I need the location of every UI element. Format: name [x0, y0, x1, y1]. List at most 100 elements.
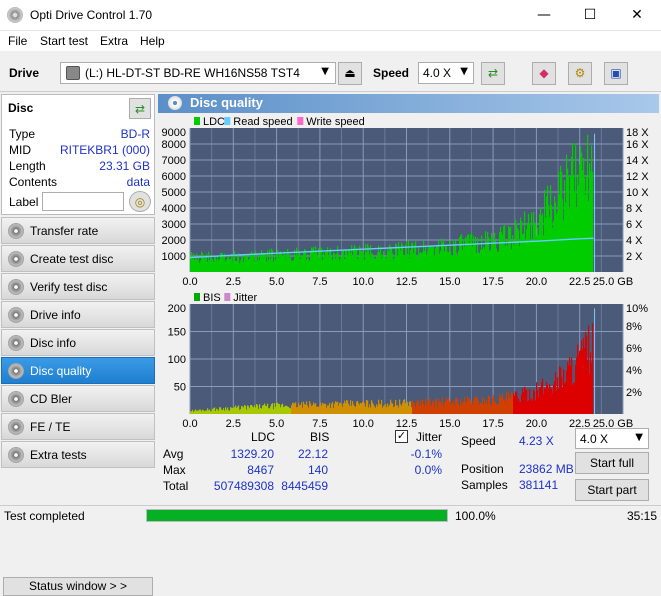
stats-max-bis: 140: [307, 463, 328, 477]
drive-select[interactable]: (L:) HL-DT-ST BD-RE WH16NS58 TST4 ▼: [60, 62, 336, 84]
y-tick-label: 4000: [162, 203, 186, 215]
chevron-down-icon: ▼: [460, 66, 468, 77]
disc-icon: [8, 391, 24, 407]
bis-chart: 200 150 100 50 10% 8% 6% 4% 2% 0.0 2.5 5.0 7.5 10.0 12…: [168, 292, 649, 430]
disc-icon: [8, 447, 24, 463]
legend-label: Write speed: [306, 116, 365, 128]
y2-tick-label: 10%: [626, 303, 648, 315]
y-tick-label: 6000: [162, 171, 186, 183]
disc-contents-label: Contents: [9, 175, 58, 189]
legend-swatch: [224, 117, 231, 125]
stats-max-ldc: 8467: [247, 463, 274, 477]
y2-tick-label: 4%: [626, 365, 642, 377]
speed-select-value: 4.0 X: [423, 66, 452, 80]
title-bar: Opti Drive Control 1.70 — ☐ ✕: [0, 0, 661, 31]
nav-item-label: Drive info: [30, 308, 81, 322]
y-tick-label: 5000: [162, 187, 186, 199]
nav-item-label: CD Bler: [30, 392, 73, 406]
erase-button[interactable]: ◆: [532, 62, 556, 85]
disc-mid-label: MID: [9, 143, 31, 157]
x-tick-label: 7.5: [312, 276, 327, 288]
start-part-button[interactable]: Start part: [575, 479, 649, 501]
data-bar: [592, 323, 594, 414]
speed-stat-label: Speed: [461, 434, 496, 448]
disc-icon: [8, 223, 24, 239]
save-button[interactable]: ▣: [604, 62, 628, 85]
disc-quality-icon: [168, 96, 182, 110]
progress-text: 100.0%: [455, 509, 496, 523]
test-speed-value: 4.0 X: [580, 432, 609, 446]
maximize-button[interactable]: ☐: [567, 0, 613, 30]
nav-item-disc-info[interactable]: Disc info: [1, 329, 155, 356]
progress-bar: [146, 509, 448, 522]
disc-length-label: Length: [9, 159, 46, 173]
y2-tick-label: 8 X: [626, 203, 643, 215]
disc-type-value: BD-R: [120, 127, 150, 141]
nav-item-extra-tests[interactable]: Extra tests: [1, 441, 155, 468]
stats-max-jitter: 0.0%: [414, 463, 442, 477]
stats-avg-bis: 22.12: [297, 447, 328, 461]
stats-col-bis: BIS: [310, 430, 330, 444]
y-tick-label: 3000: [162, 219, 186, 231]
charts-svg: 90008000 7000 6000 5000 4000 3000 2000 1000 18 X…: [162, 116, 650, 430]
status-text: Test completed: [4, 509, 85, 523]
x-tick-label: 10.0: [352, 276, 373, 288]
nav-item-cd-bler[interactable]: CD Bler: [1, 385, 155, 412]
disc-type-label: Type: [9, 127, 36, 141]
x-tick-label: 17.5: [482, 418, 503, 430]
y-tick-label: 100: [168, 354, 186, 366]
legend-swatch: [224, 293, 231, 301]
disc-length-value: 23.31 GB: [99, 159, 150, 173]
left-panel: Disc ⇄ Type BD-R MID RITEKBR1 (000) Leng…: [0, 92, 156, 596]
legend-label: BIS: [203, 292, 221, 304]
menu-start-test[interactable]: Start test: [40, 34, 88, 48]
stats-col-ldc: LDC: [251, 430, 276, 444]
drive-icon: [66, 66, 80, 80]
panel-title: Disc quality: [190, 95, 263, 110]
settings-button[interactable]: ⚙: [568, 62, 592, 85]
refresh-icon: ⇄: [487, 66, 499, 80]
nav-item-create-test-disc[interactable]: Create test disc: [1, 245, 155, 272]
eject-icon: ⏏: [344, 66, 356, 80]
nav-item-label: Disc quality: [30, 364, 92, 378]
nav-item-verify-test-disc[interactable]: Verify test disc: [1, 273, 155, 300]
test-speed-select[interactable]: 4.0 X ▼: [575, 428, 649, 449]
y2-tick-label: 14 X: [626, 155, 649, 167]
x-tick-label: 2.5: [226, 418, 241, 430]
disc-label-input[interactable]: [42, 192, 124, 211]
x-tick-label: 5.0: [269, 276, 284, 288]
disc-icon: [8, 307, 24, 323]
nav-item-label: FE / TE: [30, 420, 71, 434]
refresh-speed-button[interactable]: ⇄: [481, 62, 505, 85]
nav-item-drive-info[interactable]: Drive info: [1, 301, 155, 328]
y-tick-label: 200: [168, 303, 186, 315]
nav-item-fe-te[interactable]: FE / TE: [1, 413, 155, 440]
y-tick-label: 50: [174, 382, 186, 394]
eject-button[interactable]: ⏏: [338, 62, 362, 85]
menu-bar: File Start test Extra Help: [0, 31, 661, 51]
x-tick-label: 7.5: [312, 418, 327, 430]
disc-icon: [8, 419, 24, 435]
x-tick-label: 12.5: [396, 276, 417, 288]
y-tick-label: 8000: [162, 139, 186, 151]
samples-value: 381141: [519, 478, 559, 492]
x-tick-label: 12.5: [396, 418, 417, 430]
nav-item-transfer-rate[interactable]: Transfer rate: [1, 217, 155, 244]
menu-extra[interactable]: Extra: [100, 34, 128, 48]
status-window-button[interactable]: Status window > >: [3, 577, 153, 596]
nav-item-disc-quality[interactable]: Disc quality: [1, 357, 155, 384]
status-bar: Test completed 100.0% 35:15: [0, 505, 661, 524]
disc-icon: [8, 363, 24, 379]
jitter-checkbox[interactable]: ✓: [395, 430, 408, 443]
label-apply-button[interactable]: ◎: [129, 191, 151, 212]
menu-help[interactable]: Help: [140, 34, 165, 48]
jitter-label: Jitter: [416, 430, 443, 444]
menu-file[interactable]: File: [8, 34, 27, 48]
speed-select[interactable]: 4.0 X ▼: [418, 62, 474, 84]
disc-refresh-button[interactable]: ⇄: [129, 98, 151, 119]
minimize-button[interactable]: —: [521, 0, 567, 30]
nav-item-label: Extra tests: [30, 448, 87, 462]
nav-item-label: Verify test disc: [30, 280, 108, 294]
start-full-button[interactable]: Start full: [575, 452, 649, 474]
close-button[interactable]: ✕: [614, 0, 660, 30]
